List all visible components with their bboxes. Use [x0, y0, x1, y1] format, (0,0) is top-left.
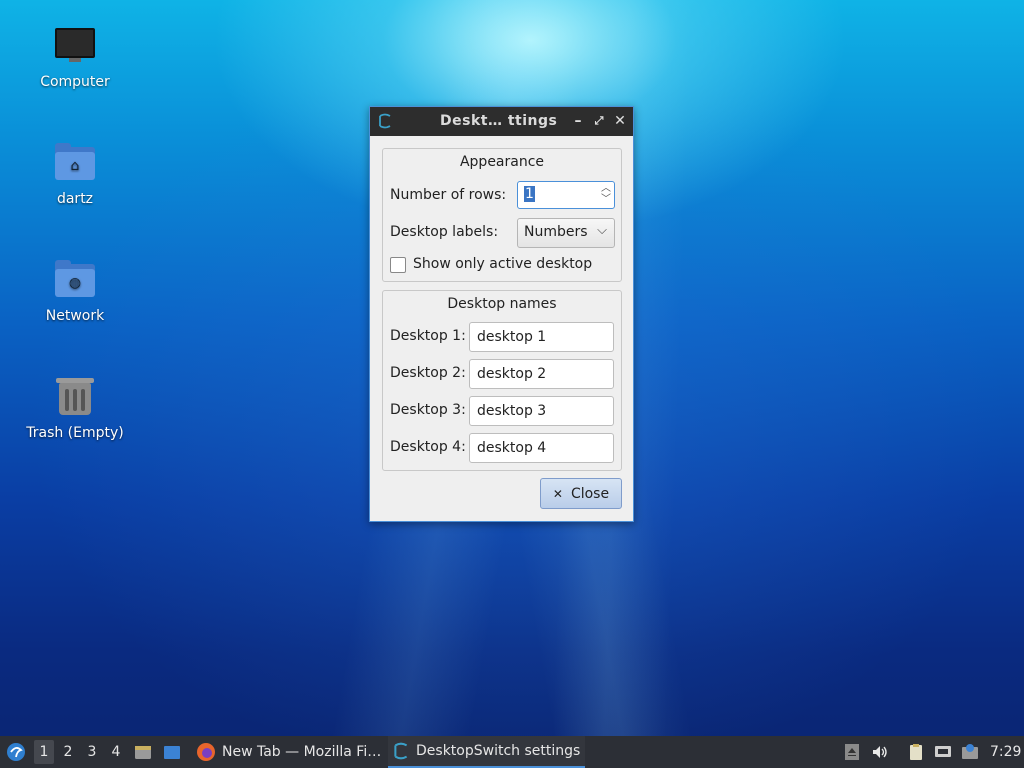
minimize-icon[interactable]: – — [570, 112, 586, 130]
show-active-checkbox[interactable] — [390, 257, 406, 273]
network-folder-icon: ◍ — [53, 258, 97, 302]
rows-spinbox[interactable]: 1 ︿ ﹀ — [517, 181, 615, 209]
task-firefox[interactable]: New Tab — Mozilla Fi… — [192, 736, 382, 768]
computer-icon — [53, 24, 97, 68]
desktop-4-name-field[interactable]: desktop 4 — [469, 433, 614, 463]
desktop-icon-computer[interactable]: Computer — [20, 24, 130, 90]
titlebar[interactable]: Deskt… ttings – ⤢ ✕ — [370, 107, 633, 136]
combo-value: Numbers — [524, 224, 588, 240]
chevron-down-icon: ⌵ — [597, 223, 607, 238]
network-icon[interactable] — [934, 743, 952, 761]
show-desktop-icon[interactable] — [163, 743, 181, 761]
file-manager-icon[interactable] — [134, 743, 152, 761]
labels-label: Desktop labels: — [390, 224, 499, 240]
desktop-icon-trash[interactable]: Trash (Empty) — [20, 375, 130, 441]
rows-label: Number of rows: — [390, 187, 507, 203]
close-x-icon: ✕ — [552, 486, 563, 501]
desktop-icon-label: Network — [45, 308, 105, 324]
desktop-2-name-field[interactable]: desktop 2 — [469, 359, 614, 389]
clock[interactable]: 7:29 — [990, 736, 1021, 768]
desktop-names-title: Desktop names — [447, 296, 557, 312]
desktop-4-label: Desktop 4: — [390, 439, 466, 455]
desktop-3-name-field[interactable]: desktop 3 — [469, 396, 614, 426]
volume-icon[interactable] — [871, 743, 889, 761]
close-button-label: Close — [570, 485, 610, 502]
window-title: Deskt… ttings — [440, 113, 558, 129]
taskbar: 1 2 3 4 New Tab — Mozilla Fi… DesktopSwi… — [0, 736, 1024, 768]
notification-icon[interactable] — [961, 743, 979, 761]
desktop-names-group: Desktop names Desktop 1: desktop 1 Deskt… — [382, 290, 622, 471]
desktop-icon-label: Computer — [40, 74, 110, 90]
desktop-switch-3[interactable]: 3 — [82, 740, 102, 764]
desktop-3-label: Desktop 3: — [390, 402, 466, 418]
lxqt-menu-icon[interactable] — [6, 742, 26, 762]
desktop-1-name-field[interactable]: desktop 1 — [469, 322, 614, 352]
clipboard-icon[interactable] — [907, 743, 925, 761]
appearance-group: Appearance Number of rows: 1 ︿ ﹀ Desktop… — [382, 148, 622, 282]
task-desktopswitch[interactable]: DesktopSwitch settings — [388, 736, 585, 768]
trash-icon — [53, 375, 97, 419]
desktop-switch-4[interactable]: 4 — [106, 740, 126, 764]
desktop-labels-combo[interactable]: Numbers ⌵ — [517, 218, 615, 248]
desktopswitch-icon — [379, 113, 391, 129]
show-active-label[interactable]: Show only active desktop — [413, 256, 592, 272]
firefox-icon — [197, 743, 215, 761]
home-folder-icon: ⌂ — [53, 141, 97, 185]
spin-down-icon[interactable]: ﹀ — [601, 194, 611, 205]
desktop-icon-home[interactable]: ⌂ dartz — [20, 141, 130, 207]
spin-arrows[interactable]: ︿ ﹀ — [601, 183, 611, 205]
desktop-1-label: Desktop 1: — [390, 328, 466, 344]
desktop-icon-network[interactable]: ◍ Network — [20, 258, 130, 324]
close-icon[interactable]: ✕ — [612, 112, 628, 130]
desktop-icon-label: dartz — [56, 191, 94, 207]
rows-value: 1 — [524, 186, 535, 202]
close-button[interactable]: ✕ Close — [540, 478, 622, 509]
task-label: New Tab — Mozilla Fi… — [222, 744, 382, 760]
desktopswitch-settings-dialog: Deskt… ttings – ⤢ ✕ Appearance Number of… — [369, 106, 634, 522]
spin-up-icon[interactable]: ︿ — [601, 183, 611, 194]
appearance-title: Appearance — [459, 154, 545, 170]
eject-icon[interactable] — [843, 743, 861, 761]
desktop-switch-2[interactable]: 2 — [58, 740, 78, 764]
task-label: DesktopSwitch settings — [416, 743, 581, 759]
desktop-2-label: Desktop 2: — [390, 365, 466, 381]
maximize-icon[interactable]: ⤢ — [591, 112, 607, 130]
desktop-icon-label: Trash (Empty) — [26, 425, 124, 441]
desktop-switch-1[interactable]: 1 — [34, 740, 54, 764]
desktopswitch-icon — [394, 742, 408, 760]
